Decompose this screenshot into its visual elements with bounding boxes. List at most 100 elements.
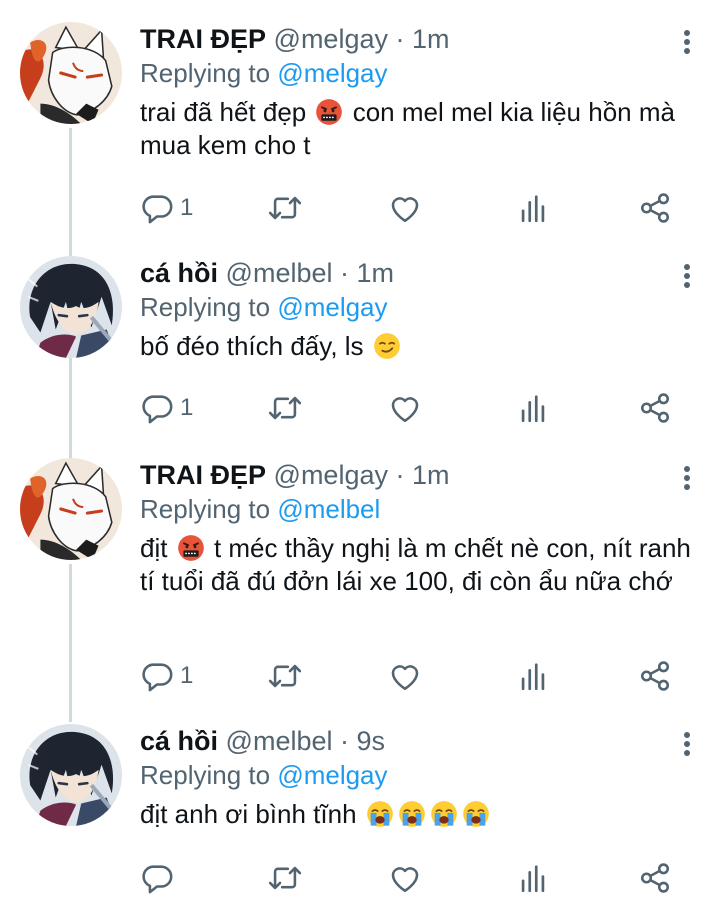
user-handle[interactable]: @melbel — [226, 258, 333, 288]
user-handle[interactable]: @melgay — [274, 24, 388, 54]
tweet-header: cá hồi @melbel · 1m — [140, 256, 700, 290]
tweet-text: bố đéo thích đấy, ls — [140, 330, 700, 363]
reply-icon — [140, 191, 174, 225]
smirk-emoji-icon — [373, 332, 401, 360]
avatar[interactable] — [20, 458, 122, 560]
share-button[interactable] — [638, 658, 672, 694]
loudly-crying-emoji-icon — [430, 800, 458, 828]
separator: · — [340, 726, 350, 756]
like-button[interactable] — [388, 390, 422, 426]
replying-to: Replying to @melbel — [140, 492, 700, 526]
tweet-header: TRAI ĐẸP @melgay · 1m — [140, 458, 700, 492]
analytics-button[interactable] — [516, 390, 550, 426]
replying-to-label: Replying to — [140, 494, 271, 524]
tweet-actions: 1 — [140, 190, 680, 226]
separator: · — [395, 24, 405, 54]
tweet-header: cá hồi @melbel · 9s — [140, 724, 700, 758]
anime-boy-avatar-icon — [20, 724, 122, 826]
analytics-button[interactable] — [516, 190, 550, 226]
more-icon[interactable] — [680, 732, 694, 760]
user-handle[interactable]: @melgay — [274, 460, 388, 490]
share-button[interactable] — [638, 190, 672, 226]
like-icon — [388, 391, 422, 425]
display-name[interactable]: cá hồi — [140, 726, 218, 756]
replying-to: Replying to @melgay — [140, 290, 700, 324]
tweet-text: địt t méc thầy nghị là m chết nè con, ní… — [140, 532, 700, 598]
like-icon — [388, 861, 422, 895]
user-handle[interactable]: @melbel — [226, 726, 333, 756]
analytics-icon — [516, 659, 550, 693]
reply-icon — [140, 659, 174, 693]
share-button[interactable] — [638, 860, 672, 896]
reply-button[interactable]: 1 — [140, 190, 193, 226]
more-icon[interactable] — [680, 30, 694, 58]
reply-icon — [140, 861, 174, 895]
replying-to: Replying to @melgay — [140, 758, 700, 792]
tweet[interactable]: TRAI ĐẸP @melgay · 1m Replying to @melga… — [0, 22, 720, 232]
anime-boy-avatar-icon — [20, 256, 122, 358]
tweet-header: TRAI ĐẸP @melgay · 1m — [140, 22, 700, 56]
tweet[interactable]: cá hồi @melbel · 1m Replying to @melgay … — [0, 256, 720, 436]
retweet-button[interactable] — [268, 390, 302, 426]
replying-to-label: Replying to — [140, 58, 271, 88]
display-name[interactable]: TRAI ĐẸP — [140, 460, 266, 490]
mention-link[interactable]: @melbel — [277, 494, 380, 524]
like-button[interactable] — [388, 860, 422, 896]
share-icon — [638, 191, 672, 225]
mention-link[interactable]: @melgay — [277, 760, 387, 790]
tweet[interactable]: cá hồi @melbel · 9s Replying to @melgay … — [0, 724, 720, 905]
tweet-text-part: địt anh ơi bình tĩnh — [140, 799, 357, 829]
avatar[interactable] — [20, 256, 122, 358]
retweet-button[interactable] — [268, 190, 302, 226]
retweet-icon — [268, 191, 302, 225]
retweet-button[interactable] — [268, 860, 302, 896]
reply-button[interactable]: 1 — [140, 390, 193, 426]
loudly-crying-emoji-icon — [398, 800, 426, 828]
reply-button[interactable] — [140, 860, 174, 896]
retweet-icon — [268, 391, 302, 425]
reply-count: 1 — [180, 662, 194, 689]
reply-count: 1 — [180, 194, 194, 221]
share-icon — [638, 391, 672, 425]
separator: · — [340, 258, 350, 288]
tweet-text-part: t méc thầy nghị là m chết nè con, nít ra… — [140, 533, 691, 596]
avatar[interactable] — [20, 724, 122, 826]
display-name[interactable]: TRAI ĐẸP — [140, 24, 266, 54]
like-icon — [388, 191, 422, 225]
loudly-crying-emoji-icon — [366, 800, 394, 828]
more-icon[interactable] — [680, 466, 694, 494]
tweet-text-part: bố đéo thích đấy, ls — [140, 331, 364, 361]
retweet-button[interactable] — [268, 658, 302, 694]
timestamp[interactable]: 1m — [412, 460, 450, 490]
mention-link[interactable]: @melgay — [277, 58, 387, 88]
loudly-crying-emoji-icon — [462, 800, 490, 828]
avatar[interactable] — [20, 22, 122, 124]
replying-to: Replying to @melgay — [140, 56, 700, 90]
share-icon — [638, 659, 672, 693]
tweet-text-part: địt — [140, 533, 168, 563]
reply-button[interactable]: 1 — [140, 658, 193, 694]
like-icon — [388, 659, 422, 693]
fox-mask-avatar-icon — [20, 458, 122, 560]
display-name[interactable]: cá hồi — [140, 258, 218, 288]
tweet[interactable]: TRAI ĐẸP @melgay · 1m Replying to @melbe… — [0, 458, 720, 708]
analytics-button[interactable] — [516, 860, 550, 896]
share-button[interactable] — [638, 390, 672, 426]
replying-to-label: Replying to — [140, 292, 271, 322]
analytics-icon — [516, 861, 550, 895]
analytics-icon — [516, 391, 550, 425]
replying-to-label: Replying to — [140, 760, 271, 790]
timestamp[interactable]: 1m — [412, 24, 450, 54]
more-icon[interactable] — [680, 264, 694, 292]
timestamp[interactable]: 9s — [357, 726, 386, 756]
cursing-face-emoji-icon — [177, 534, 205, 562]
like-button[interactable] — [388, 190, 422, 226]
tweet-actions: 1 — [140, 658, 680, 694]
mention-link[interactable]: @melgay — [277, 292, 387, 322]
analytics-button[interactable] — [516, 658, 550, 694]
timestamp[interactable]: 1m — [357, 258, 395, 288]
like-button[interactable] — [388, 658, 422, 694]
retweet-icon — [268, 861, 302, 895]
share-icon — [638, 861, 672, 895]
tweet-actions — [140, 860, 680, 896]
